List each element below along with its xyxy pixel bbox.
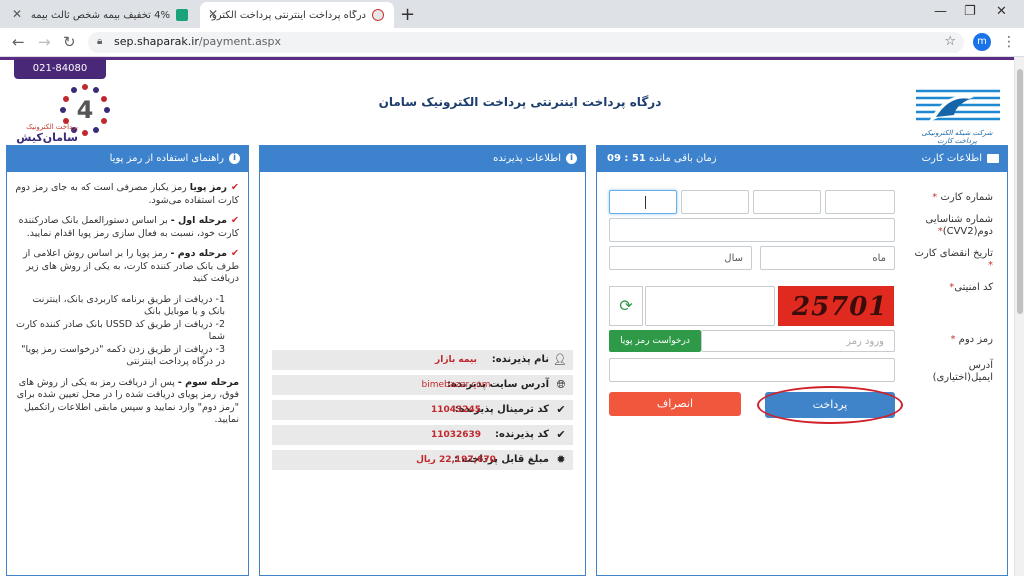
merchant-site-value: bimebazar.com: [421, 380, 491, 390]
merchant-name-row: 👤︎ نام پذیرنده: بیمه بازار: [272, 350, 573, 370]
forward-icon[interactable]: →: [38, 33, 51, 51]
bookmark-star-icon[interactable]: ☆: [944, 34, 956, 49]
email-label: آدرس ایمیل(اختیاری): [932, 360, 993, 383]
check-circle-icon: ✔: [556, 403, 566, 416]
request-dynamic-pin-button[interactable]: درخواست رمز پویا: [609, 330, 701, 352]
card-panel-title: اطلاعات کارت: [921, 153, 982, 164]
help-paragraph: ✔مرحله دوم - رمز پویا را بر اساس روش اعل…: [23, 248, 239, 284]
page-title: درگاه پرداخت اینترنتی پرداخت الکترونیک س…: [378, 95, 662, 109]
dynamic-pin-help-panel: i راهنمای استفاده از رمز پویا ✔رمز پویا ر…: [6, 145, 249, 576]
merchant-site-row: 🌐︎ آدرس سایت پذیرنده: bimebazar.com: [272, 375, 573, 395]
card-info-panel: اطلاعات کارت زمان باقی مانده 51 : 09 شما…: [596, 145, 1008, 576]
menu-kebab-icon[interactable]: ⋮: [1002, 34, 1016, 50]
merchant-panel-title: اطلاعات پذیرنده: [493, 153, 561, 164]
card-panel-header: اطلاعات کارت زمان باقی مانده 51 : 09: [597, 146, 1007, 172]
saman-kish-logo-text: پرداخت الکترونیک سامان‌کیش: [16, 123, 78, 144]
back-icon[interactable]: ←: [12, 33, 25, 51]
expiry-label: تاریخ انقضای کارت *: [914, 248, 993, 271]
terminal-code-value: 11043245: [430, 405, 482, 415]
checkmark-icon: ✔: [231, 248, 239, 259]
info-icon: i: [566, 152, 577, 164]
countdown-timer: زمان باقی مانده 51 : 09: [607, 153, 717, 164]
browser-tab-insurance[interactable]: 4% تخفیف بیمه شخص ثالث بیمه ✕: [4, 2, 198, 28]
terminal-code-row: ✔ کد ترمینال پذیرنده: 11043245: [272, 400, 573, 420]
globe-icon: 🌐︎: [556, 378, 566, 391]
refresh-captcha-icon[interactable]: ⟳: [609, 286, 643, 326]
profile-avatar[interactable]: m: [973, 33, 991, 51]
card-number-part-2[interactable]: [681, 190, 749, 214]
close-window-icon[interactable]: ✕: [996, 4, 1007, 19]
top-accent-bar: [0, 57, 1014, 60]
page-scrollbar[interactable]: [1014, 57, 1024, 576]
help-paragraph: مرحله سوم - پس از دریافت رمز به یکی از ر…: [16, 376, 239, 426]
second-pin-label: رمز دوم *: [950, 334, 993, 345]
merchant-code-row: ✔ کد پذیرنده: 11032639: [272, 425, 573, 445]
url-text: sep.shaparak.ir/payment.aspx: [114, 35, 282, 48]
cvv2-label: شماره شناسایی دوم(CVV2)*: [925, 214, 993, 237]
list-item: 1- دریافت از طریق برنامه کاربردی بانک، ا…: [32, 293, 225, 318]
card-number-label: شماره کارت *: [932, 192, 993, 203]
highlight-ring: [757, 386, 903, 424]
lock-icon: 🔒︎: [97, 36, 103, 47]
tab-title: درگاه پرداخت اینترنتی پرداخت الکترونیک: [210, 9, 366, 21]
browser-toolbar: ← → ↻ 🔒︎ sep.shaparak.ir/payment.aspx ☆ …: [0, 28, 1024, 57]
checkmark-icon: ✔: [231, 182, 239, 193]
captcha-input[interactable]: [645, 286, 775, 326]
amount-row: ✹ مبلغ قابل پرداخت : 22,197,670 ریال: [272, 450, 573, 470]
card-number-part-1[interactable]: [609, 190, 677, 214]
reload-icon[interactable]: ↻: [63, 33, 76, 51]
cvv2-input[interactable]: [609, 218, 895, 242]
browser-tab-bar: 4% تخفیف بیمه شخص ثالث بیمه ✕ درگاه پردا…: [0, 0, 1024, 28]
help-panel-header: i راهنمای استفاده از رمز پویا: [7, 146, 248, 172]
list-item: 3- دریافت از طریق زدن دکمه "درخواست رمز …: [21, 343, 225, 368]
captcha-image: 25701: [778, 286, 894, 326]
expiry-month-input[interactable]: ماه: [760, 246, 895, 270]
address-bar[interactable]: 🔒︎ sep.shaparak.ir/payment.aspx ☆: [88, 32, 964, 53]
second-pin-input[interactable]: ورود رمز: [701, 330, 895, 352]
card-number-part-3[interactable]: [753, 190, 821, 214]
card-icon: [987, 153, 999, 163]
coin-icon: ✹: [556, 453, 566, 466]
close-tab-icon[interactable]: ✕: [208, 7, 218, 21]
shaparak-logo-text: شرکت شبکه الکترونیکی پرداخت کارت: [921, 129, 993, 145]
user-icon: 👤︎: [553, 353, 567, 366]
help-content: ✔رمز پویا رمز یکبار مصرفی است که به جای …: [15, 182, 239, 435]
text-caret: [645, 196, 646, 209]
site-favicon-icon: [372, 9, 384, 21]
checkmark-icon: ✔: [231, 215, 239, 226]
browser-tab-payment[interactable]: درگاه پرداخت اینترنتی پرداخت الکترونیک ✕: [200, 2, 394, 28]
check-circle-icon: ✔: [556, 428, 566, 441]
merchant-name-value: بیمه بازار: [435, 355, 477, 365]
minimize-icon[interactable]: —: [934, 4, 947, 19]
support-phone: 021-84080: [14, 59, 106, 79]
cancel-button[interactable]: انصراف: [609, 392, 741, 416]
security-code-label: کد امنیتی*: [949, 282, 993, 293]
site-favicon-icon: [176, 9, 188, 21]
close-tab-icon[interactable]: ✕: [12, 7, 22, 21]
expiry-year-input[interactable]: سال: [609, 246, 752, 270]
scrollbar-thumb[interactable]: [1017, 69, 1023, 314]
svg-text:4: 4: [77, 96, 94, 124]
tab-title: 4% تخفیف بیمه شخص ثالث بیمه: [30, 9, 170, 21]
restore-icon[interactable]: ❐: [964, 4, 976, 19]
email-input[interactable]: [609, 358, 895, 382]
help-paragraph: ✔مرحله اول - بر اساس دستورالعمل بانک صاد…: [18, 215, 239, 239]
info-icon: i: [229, 152, 240, 164]
card-number-part-4[interactable]: [825, 190, 895, 214]
amount-value: 22,197,670 ریال: [416, 455, 496, 465]
merchant-panel-header: i اطلاعات پذیرنده: [260, 146, 585, 172]
merchant-info-panel: i اطلاعات پذیرنده 👤︎ نام پذیرنده: بیمه با…: [259, 145, 586, 576]
new-tab-icon[interactable]: +: [400, 4, 415, 25]
help-methods-list: 1- دریافت از طریق برنامه کاربردی بانک، ا…: [15, 294, 239, 369]
list-item: 2- دریافت از طریق کد USSD بانک صادر کنند…: [16, 318, 225, 343]
help-panel-title: راهنمای استفاده از رمز پویا: [109, 153, 224, 164]
help-paragraph: ✔رمز پویا رمز یکبار مصرفی است که به جای …: [15, 182, 239, 206]
merchant-code-value: 11032639: [430, 430, 482, 440]
page-content: 021-84080 درگاه پرداخت اینترنتی پرداخت ا…: [0, 57, 1024, 576]
